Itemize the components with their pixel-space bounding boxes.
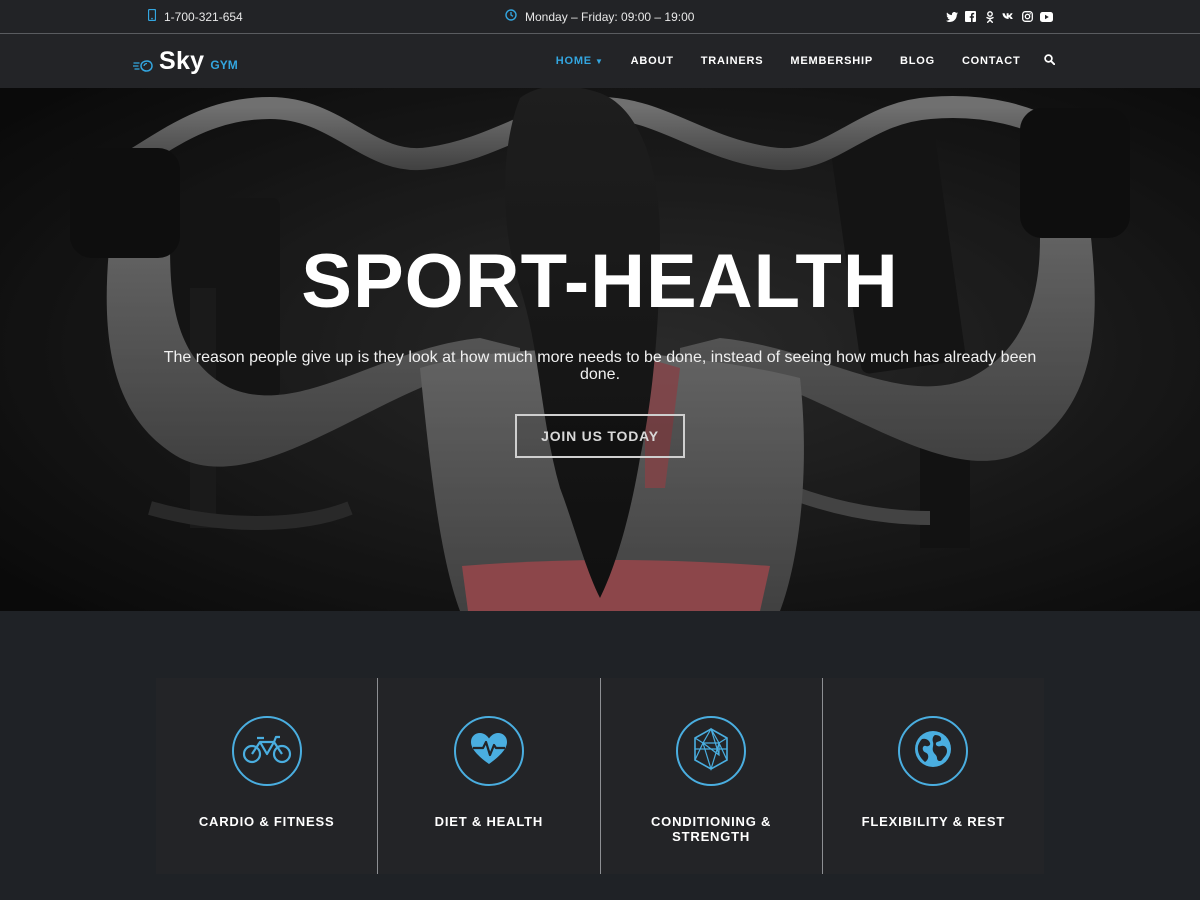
nav-item-contact[interactable]: CONTACT bbox=[948, 55, 1034, 67]
nav-item-label: HOME bbox=[555, 55, 592, 67]
feature-icon-ring bbox=[231, 716, 302, 786]
globe-icon bbox=[914, 730, 952, 773]
logo[interactable]: Sky GYM bbox=[132, 47, 238, 77]
nav-item-home[interactable]: HOME ▼ bbox=[542, 55, 617, 67]
logo-tag: GYM bbox=[210, 58, 238, 72]
twitter-icon[interactable] bbox=[945, 10, 958, 23]
polyhedron-icon bbox=[689, 727, 733, 776]
nav-item-membership[interactable]: MEMBERSHIP bbox=[777, 55, 887, 67]
feature-label: CARDIO & FITNESS bbox=[198, 814, 335, 829]
mobile-phone-icon bbox=[147, 8, 157, 24]
feature-conditioning[interactable]: CONDITIONING & STRENGTH bbox=[600, 678, 823, 874]
nav-item-label: TRAINERS bbox=[700, 55, 764, 67]
facebook-icon[interactable] bbox=[964, 10, 977, 23]
bicycle-icon bbox=[242, 734, 292, 769]
feature-label: DIET & HEALTH bbox=[434, 814, 544, 829]
feature-label: CONDITIONING & STRENGTH bbox=[650, 814, 772, 844]
feature-cardio[interactable]: CARDIO & FITNESS bbox=[156, 678, 379, 874]
hero-section: SPORT-HEALTH The reason people give up i… bbox=[0, 88, 1200, 611]
top-bar: 1-700-321-654 Monday – Friday: 09:00 – 1… bbox=[0, 0, 1200, 34]
feature-icon-ring bbox=[898, 716, 969, 786]
feature-diet[interactable]: DIET & HEALTH bbox=[378, 678, 601, 874]
join-us-button[interactable]: JOIN US TODAY bbox=[515, 414, 685, 458]
nav-item-blog[interactable]: BLOG bbox=[886, 55, 948, 67]
feature-icon-ring bbox=[676, 716, 747, 786]
opening-hours: Monday – Friday: 09:00 – 19:00 bbox=[505, 9, 694, 24]
nav-item-label: MEMBERSHIP bbox=[790, 55, 873, 67]
nav-item-trainers[interactable]: TRAINERS bbox=[687, 55, 777, 67]
feature-flexibility[interactable]: FLEXIBILITY & REST bbox=[822, 678, 1044, 874]
contact-phone[interactable]: 1-700-321-654 bbox=[147, 8, 243, 24]
odnoklassniki-icon[interactable] bbox=[983, 10, 996, 23]
nav-item-label: ABOUT bbox=[630, 55, 674, 67]
phone-number: 1-700-321-654 bbox=[164, 9, 243, 24]
nav-item-label: CONTACT bbox=[961, 55, 1021, 67]
main-navigation: Sky GYM HOME ▼ ABOUT TRAINERS MEMBERSHIP … bbox=[0, 34, 1200, 88]
nav-item-about[interactable]: ABOUT bbox=[617, 55, 687, 67]
instagram-icon[interactable] bbox=[1021, 10, 1034, 23]
features-row: CARDIO & FITNESS DIET & HEALTH CONDITION… bbox=[156, 678, 1044, 874]
nav-item-label: BLOG bbox=[899, 55, 935, 67]
search-button[interactable] bbox=[1034, 54, 1056, 68]
youtube-icon[interactable] bbox=[1040, 10, 1053, 23]
logo-mark-icon bbox=[132, 59, 153, 77]
vk-icon[interactable] bbox=[1002, 10, 1015, 23]
clock-icon bbox=[505, 9, 517, 24]
hours-text: Monday – Friday: 09:00 – 19:00 bbox=[525, 9, 695, 24]
hero-title: SPORT-HEALTH bbox=[301, 239, 899, 324]
chevron-down-icon: ▼ bbox=[594, 57, 604, 66]
social-links bbox=[945, 10, 1053, 23]
heart-pulse-icon bbox=[470, 732, 508, 771]
nav-menu: HOME ▼ ABOUT TRAINERS MEMBERSHIP BLOG CON… bbox=[542, 34, 1056, 88]
hero-subtitle: The reason people give up is they look a… bbox=[163, 349, 1037, 383]
feature-icon-ring bbox=[453, 716, 524, 786]
search-icon bbox=[1044, 54, 1056, 68]
logo-name: Sky bbox=[159, 47, 205, 75]
feature-label: FLEXIBILITY & REST bbox=[861, 814, 1006, 829]
